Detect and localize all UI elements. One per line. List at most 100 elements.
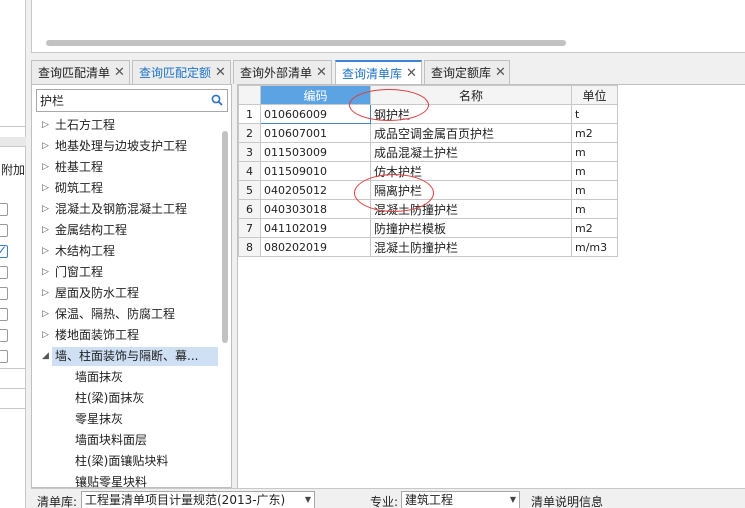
collapsed-arrow-icon[interactable]: ▷ bbox=[42, 115, 52, 136]
expanded-arrow-icon[interactable]: ◢ bbox=[42, 346, 52, 367]
row-checkbox[interactable] bbox=[0, 287, 8, 300]
specialty-select[interactable]: 建筑工程 ▼ bbox=[401, 491, 520, 508]
vertical-scrollbar[interactable] bbox=[221, 131, 229, 485]
unit-cell[interactable]: t bbox=[571, 104, 618, 124]
tree-item[interactable]: ◢ 墙、柱面装饰与隔断、幕... bbox=[32, 346, 218, 367]
tree-item[interactable]: ▷ 门窗工程 bbox=[32, 262, 218, 283]
row-checkbox[interactable] bbox=[0, 224, 8, 237]
red-annotation-circle bbox=[349, 89, 429, 121]
unit-cell[interactable]: m2 bbox=[571, 123, 618, 143]
table-row[interactable]: 8 080202019 混凝土防撞护栏 m/m3 bbox=[238, 237, 618, 257]
tree-item[interactable]: ▷ 土石方工程 bbox=[32, 115, 218, 136]
row-number-cell[interactable]: 6 bbox=[238, 199, 261, 219]
close-icon[interactable]: ✕ bbox=[406, 66, 417, 81]
name-cell[interactable]: 防撞护栏模板 bbox=[370, 218, 572, 238]
close-icon[interactable]: ✕ bbox=[495, 65, 506, 80]
tree-item-label: 墙面抹灰 bbox=[75, 370, 124, 384]
left-panel-column-label: 附加 bbox=[1, 163, 26, 177]
tree-child-item[interactable]: 墙面块料面层 bbox=[32, 430, 218, 451]
collapsed-arrow-icon[interactable]: ▷ bbox=[42, 262, 52, 283]
tree-child-item[interactable]: 墙面抹灰 bbox=[32, 367, 218, 388]
row-checkbox[interactable] bbox=[0, 266, 8, 279]
collapsed-arrow-icon[interactable]: ▷ bbox=[42, 283, 52, 304]
collapsed-arrow-icon[interactable]: ▷ bbox=[42, 241, 52, 262]
tree-item-label: 土石方工程 bbox=[55, 118, 116, 132]
unit-cell[interactable]: m bbox=[571, 180, 618, 200]
row-checkbox[interactable] bbox=[0, 243, 8, 258]
unit-cell[interactable]: m bbox=[571, 199, 618, 219]
results-table: 编码 名称 单位 1 010606009 钢护栏 t 2 010607001 成品空调金属百… bbox=[238, 85, 618, 257]
row-number-cell[interactable]: 8 bbox=[238, 237, 261, 257]
column-header-unit[interactable]: 单位 bbox=[571, 85, 618, 105]
table-row[interactable]: 7 041102019 防撞护栏模板 m2 bbox=[238, 218, 618, 238]
unit-cell[interactable]: m2 bbox=[571, 218, 618, 238]
code-cell[interactable]: 010607001 bbox=[260, 123, 371, 143]
tab-list-library[interactable]: 查询清单库 ✕ bbox=[335, 60, 422, 85]
name-cell[interactable]: 混凝土防撞护栏 bbox=[370, 237, 572, 257]
tree-item[interactable]: ▷ 混凝土及钢筋混凝土工程 bbox=[32, 199, 218, 220]
row-checkbox[interactable] bbox=[0, 329, 8, 342]
tree-child-item[interactable]: 柱(梁)面镶贴块料 bbox=[32, 451, 218, 472]
tree-item[interactable]: ▷ 屋面及防水工程 bbox=[32, 283, 218, 304]
table-row[interactable]: 4 011509010 仿木护栏 m bbox=[238, 161, 618, 181]
tree-item[interactable]: ▷ 木结构工程 bbox=[32, 241, 218, 262]
list-info-link[interactable]: 清单说明信息 bbox=[531, 493, 603, 508]
code-cell[interactable]: 080202019 bbox=[260, 237, 371, 257]
collapsed-arrow-icon[interactable]: ▷ bbox=[42, 304, 52, 325]
tab-external-list[interactable]: 查询外部清单 ✕ bbox=[233, 60, 332, 84]
search-icon[interactable] bbox=[211, 94, 223, 106]
tab-match-quota[interactable]: 查询匹配定额 ✕ bbox=[132, 60, 231, 84]
tree-item-label: 门窗工程 bbox=[55, 265, 104, 279]
collapsed-arrow-icon[interactable]: ▷ bbox=[42, 220, 52, 241]
collapsed-arrow-icon[interactable]: ▷ bbox=[42, 157, 52, 178]
table-row[interactable]: 2 010607001 成品空调金属百页护栏 m2 bbox=[238, 123, 618, 143]
collapsed-arrow-icon[interactable]: ▷ bbox=[42, 178, 52, 199]
code-cell[interactable]: 040303018 bbox=[260, 199, 371, 219]
row-number-cell[interactable]: 3 bbox=[238, 142, 261, 162]
tree-item-label: 屋面及防水工程 bbox=[55, 286, 140, 300]
horizontal-scrollbar-thumb[interactable] bbox=[46, 40, 566, 46]
tree-child-item[interactable]: 零星抹灰 bbox=[32, 409, 218, 430]
chevron-down-icon: ▼ bbox=[304, 495, 311, 504]
tree-child-item[interactable]: 柱(梁)面抹灰 bbox=[32, 388, 218, 409]
left-panel-divider bbox=[0, 368, 26, 369]
category-tree: ▷ 土石方工程 ▷ 地基处理与边坡支护工程 ▷ 桩基工程 ▷ 砌筑工程 ▷ 混凝土及钢筋混凝土工程… bbox=[32, 115, 218, 493]
tree-item[interactable]: ▷ 保温、隔热、防腐工程 bbox=[32, 304, 218, 325]
unit-cell[interactable]: m/m3 bbox=[571, 237, 618, 257]
collapsed-arrow-icon[interactable]: ▷ bbox=[42, 325, 52, 346]
unit-cell[interactable]: m bbox=[571, 161, 618, 181]
row-checkbox[interactable] bbox=[0, 308, 8, 321]
row-checkbox[interactable] bbox=[0, 203, 8, 216]
vertical-scrollbar-thumb[interactable] bbox=[222, 131, 228, 343]
tree-item[interactable]: ▷ 楼地面装饰工程 bbox=[32, 325, 218, 346]
close-icon[interactable]: ✕ bbox=[215, 65, 226, 80]
search-input[interactable] bbox=[40, 92, 210, 109]
tab-quota-library[interactable]: 查询定额库 ✕ bbox=[424, 60, 510, 84]
tree-item[interactable]: ▷ 金属结构工程 bbox=[32, 220, 218, 241]
collapsed-arrow-icon[interactable]: ▷ bbox=[42, 199, 52, 220]
tab-match-list[interactable]: 查询匹配清单 ✕ bbox=[31, 60, 130, 84]
code-cell[interactable]: 041102019 bbox=[260, 218, 371, 238]
row-number-cell[interactable]: 1 bbox=[238, 104, 261, 124]
collapsed-arrow-icon[interactable]: ▷ bbox=[42, 136, 52, 157]
horizontal-scrollbar[interactable] bbox=[44, 38, 684, 48]
library-select[interactable]: 工程量清单项目计量规范(2013-广东) ▼ bbox=[81, 491, 315, 508]
row-number-cell[interactable]: 2 bbox=[238, 123, 261, 143]
row-number-cell[interactable]: 5 bbox=[238, 180, 261, 200]
close-icon[interactable]: ✕ bbox=[316, 65, 327, 80]
code-cell[interactable]: 011503009 bbox=[260, 142, 371, 162]
name-cell[interactable]: 成品混凝土护栏 bbox=[370, 142, 572, 162]
name-cell[interactable]: 成品空调金属百页护栏 bbox=[370, 123, 572, 143]
row-checkbox[interactable] bbox=[0, 350, 8, 363]
table-row[interactable]: 3 011503009 成品混凝土护栏 m bbox=[238, 142, 618, 162]
tree-item[interactable]: ▷ 地基处理与边坡支护工程 bbox=[32, 136, 218, 157]
unit-cell[interactable]: m bbox=[571, 142, 618, 162]
code-cell[interactable]: 011509010 bbox=[260, 161, 371, 181]
row-number-cell[interactable]: 4 bbox=[238, 161, 261, 181]
tree-item[interactable]: ▷ 砌筑工程 bbox=[32, 178, 218, 199]
library-select-value: 工程量清单项目计量规范(2013-广东) bbox=[85, 493, 286, 507]
close-icon[interactable]: ✕ bbox=[114, 65, 125, 80]
tab-label: 查询清单库 bbox=[342, 67, 403, 81]
tree-item[interactable]: ▷ 桩基工程 bbox=[32, 157, 218, 178]
row-number-cell[interactable]: 7 bbox=[238, 218, 261, 238]
